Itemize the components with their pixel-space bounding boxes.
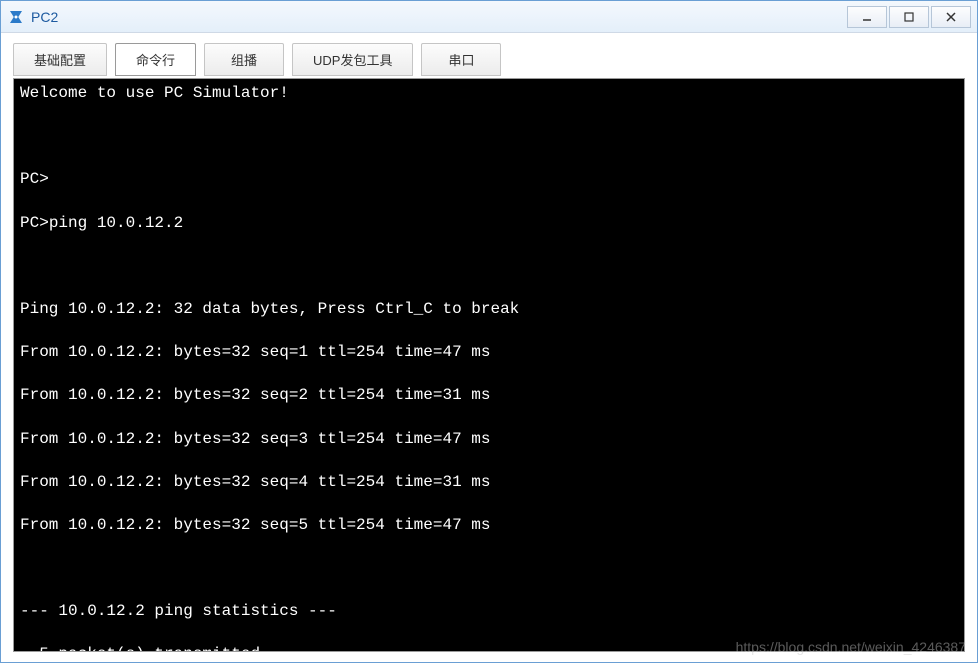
- maximize-button[interactable]: [889, 6, 929, 28]
- titlebar[interactable]: PC2: [1, 1, 977, 33]
- ping-stats-header: --- 10.0.12.2 ping statistics ---: [20, 601, 958, 623]
- tab-udp-tool[interactable]: UDP发包工具: [292, 43, 413, 76]
- window-title: PC2: [31, 9, 845, 25]
- ping-reply: From 10.0.12.2: bytes=32 seq=4 ttl=254 t…: [20, 472, 958, 494]
- ping-stat: 5 packet(s) transmitted: [20, 644, 958, 652]
- close-button[interactable]: [931, 6, 971, 28]
- ping-reply: From 10.0.12.2: bytes=32 seq=3 ttl=254 t…: [20, 429, 958, 451]
- terminal-blank: [20, 256, 958, 278]
- window-controls: [845, 6, 971, 28]
- tab-command-line[interactable]: 命令行: [115, 43, 196, 76]
- terminal-prompt: PC>: [20, 214, 49, 232]
- app-window: PC2 基础配置 命令行 组播 UDP发包工具 串口 Welcome to us…: [0, 0, 978, 663]
- tab-bar: 基础配置 命令行 组播 UDP发包工具 串口: [13, 43, 965, 76]
- terminal-prompt-line: PC>: [20, 169, 958, 191]
- terminal-command: ping 10.0.12.2: [49, 214, 183, 232]
- app-icon: [7, 8, 25, 26]
- ping-header: Ping 10.0.12.2: 32 data bytes, Press Ctr…: [20, 299, 958, 321]
- ping-reply: From 10.0.12.2: bytes=32 seq=5 ttl=254 t…: [20, 515, 958, 537]
- ping-reply: From 10.0.12.2: bytes=32 seq=1 ttl=254 t…: [20, 342, 958, 364]
- ping-reply: From 10.0.12.2: bytes=32 seq=2 ttl=254 t…: [20, 385, 958, 407]
- tab-multicast[interactable]: 组播: [204, 43, 284, 76]
- tab-basic-config[interactable]: 基础配置: [13, 43, 107, 76]
- minimize-button[interactable]: [847, 6, 887, 28]
- terminal-prompt: PC>: [20, 170, 49, 188]
- terminal-command-line: PC>ping 10.0.12.2: [20, 213, 958, 235]
- content-area: 基础配置 命令行 组播 UDP发包工具 串口 Welcome to use PC…: [1, 33, 977, 662]
- terminal-blank: [20, 558, 958, 580]
- terminal[interactable]: Welcome to use PC Simulator! PC> PC>ping…: [13, 78, 965, 652]
- terminal-welcome: Welcome to use PC Simulator!: [20, 83, 958, 105]
- terminal-blank: [20, 126, 958, 148]
- tab-serial[interactable]: 串口: [421, 43, 501, 76]
